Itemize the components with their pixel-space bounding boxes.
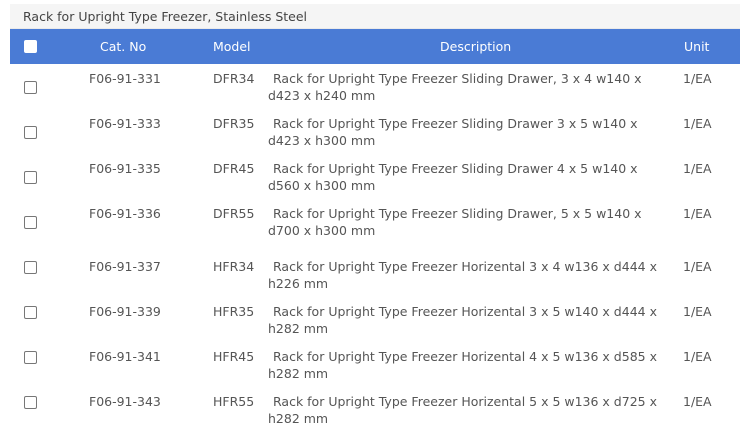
cell-description: Rack for Upright Type Freezer Sliding Dr… [268, 116, 638, 148]
cell-cat-no: F06-91-335 [89, 161, 161, 176]
row-checkbox[interactable] [24, 216, 37, 229]
cell-description: Rack for Upright Type Freezer Horizental… [268, 394, 657, 426]
cell-description: Rack for Upright Type Freezer Sliding Dr… [268, 71, 642, 103]
table-row[interactable]: F06-91-333 DFR35 Rack for Upright Type Fre… [10, 109, 740, 154]
cell-model: HFR34 [213, 259, 255, 274]
row-checkbox[interactable] [24, 261, 37, 274]
cell-model: DFR34 [213, 71, 255, 86]
table-row[interactable]: F06-91-337 HFR34 Rack for Upright Type Fre… [10, 244, 740, 291]
cell-description: Rack for Upright Type Freezer Sliding Dr… [268, 206, 642, 238]
row-checkbox[interactable] [24, 306, 37, 319]
cell-unit: 1/EA [683, 304, 712, 319]
cell-description: Rack for Upright Type Freezer Sliding Dr… [268, 161, 638, 193]
section-title-bar: Rack for Upright Type Freezer, Stainless… [10, 4, 740, 29]
cell-unit: 1/EA [683, 71, 712, 86]
cell-unit: 1/EA [683, 161, 712, 176]
cell-model: HFR35 [213, 304, 255, 319]
cell-description: Rack for Upright Type Freezer Horizental… [268, 349, 657, 381]
cell-model: DFR55 [213, 206, 255, 221]
table-row[interactable]: F06-91-331 DFR34 Rack for Upright Type Fre… [10, 64, 740, 109]
cell-cat-no: F06-91-339 [89, 304, 161, 319]
cell-cat-no: F06-91-343 [89, 394, 161, 409]
row-checkbox[interactable] [24, 126, 37, 139]
row-checkbox[interactable] [24, 396, 37, 409]
row-checkbox[interactable] [24, 171, 37, 184]
cell-cat-no: F06-91-333 [89, 116, 161, 131]
table-header: Cat. No Model Description Unit [10, 29, 740, 64]
cell-description: Rack for Upright Type Freezer Horizental… [268, 259, 657, 291]
header-cat-no[interactable]: Cat. No [100, 39, 146, 54]
cell-model: HFR45 [213, 349, 255, 364]
header-model[interactable]: Model [213, 39, 251, 54]
row-checkbox[interactable] [24, 351, 37, 364]
table-row[interactable]: F06-91-336 DFR55 Rack for Upright Type Fre… [10, 199, 740, 244]
header-unit[interactable]: Unit [684, 39, 709, 54]
row-checkbox[interactable] [24, 81, 37, 94]
cell-unit: 1/EA [683, 206, 712, 221]
cell-unit: 1/EA [683, 394, 712, 409]
section-title: Rack for Upright Type Freezer, Stainless… [23, 9, 308, 24]
select-all-checkbox[interactable] [24, 40, 37, 53]
cell-cat-no: F06-91-337 [89, 259, 161, 274]
cell-cat-no: F06-91-331 [89, 71, 161, 86]
table-row[interactable]: F06-91-343 HFR55 Rack for Upright Type Fre… [10, 379, 740, 426]
table-row[interactable]: F06-91-339 HFR35 Rack for Upright Type Fre… [10, 289, 740, 336]
cell-cat-no: F06-91-336 [89, 206, 161, 221]
table-row[interactable]: F06-91-335 DFR45 Rack for Upright Type Fre… [10, 154, 740, 199]
cell-cat-no: F06-91-341 [89, 349, 161, 364]
cell-model: DFR45 [213, 161, 255, 176]
cell-unit: 1/EA [683, 349, 712, 364]
table-row[interactable]: F06-91-341 HFR45 Rack for Upright Type Fre… [10, 334, 740, 381]
cell-unit: 1/EA [683, 116, 712, 131]
cell-model: DFR35 [213, 116, 255, 131]
cell-description: Rack for Upright Type Freezer Horizental… [268, 304, 657, 336]
header-description[interactable]: Description [440, 39, 511, 54]
cell-unit: 1/EA [683, 259, 712, 274]
cell-model: HFR55 [213, 394, 255, 409]
